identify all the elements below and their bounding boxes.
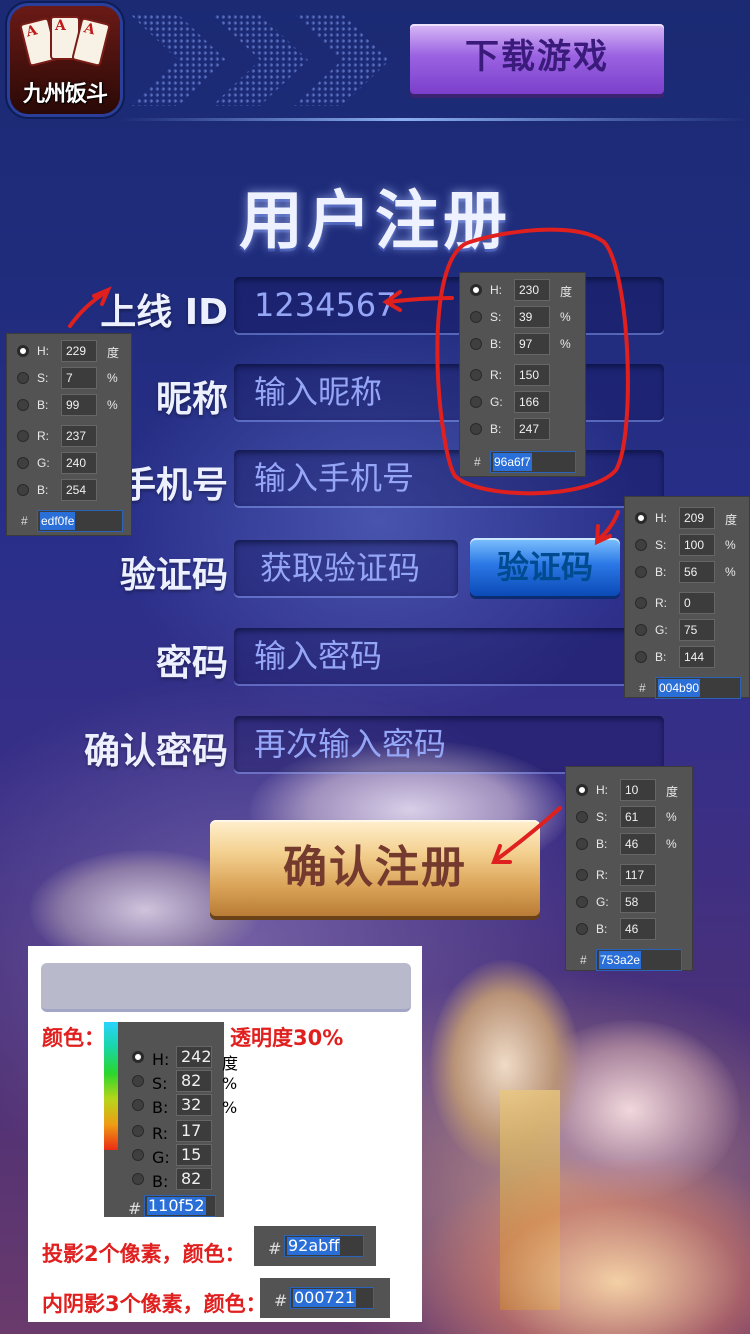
picker-h: 229 xyxy=(61,340,97,362)
spec-shadow-label: 投影2个像素，颜色： xyxy=(42,1242,246,1266)
picker-unit: 度 xyxy=(222,1054,239,1073)
picker-r: 117 xyxy=(620,864,656,886)
picker-r: 237 xyxy=(61,425,97,447)
shadow-hex: 92abff xyxy=(287,1236,341,1255)
picker-h: 10 xyxy=(620,779,656,801)
inner-shadow-color-swatch: #000721 xyxy=(260,1278,390,1318)
picker-hex: 110f52 xyxy=(147,1196,206,1215)
picker-hex: 753a2e xyxy=(599,951,642,969)
picker-bv: 254 xyxy=(61,479,97,501)
picker-hex: edf0fe xyxy=(40,512,76,530)
picker-unit: 度 xyxy=(666,785,679,799)
picker-s: 82 xyxy=(176,1070,212,1092)
picker-g: 75 xyxy=(679,619,715,641)
color-picker-field-bg: H: 242 度 S: 82% B: 32% R: 17 G: 15 B: 82 #110f5… xyxy=(104,1022,238,1218)
picker-s: 39 xyxy=(514,306,550,328)
hue-spectrum xyxy=(104,1022,118,1150)
picker-s: 7 xyxy=(61,367,97,389)
color-picker-label: H: 229 度 S: 7% B: 99% R: 237 G: 240 B: 254 # edf… xyxy=(6,333,132,536)
picker-g: 166 xyxy=(514,391,550,413)
shadow-color-swatch: #92abff xyxy=(254,1226,376,1266)
spec-inner-shadow-label: 内阴影3个像素，颜色： xyxy=(42,1292,267,1316)
field-sample-bar xyxy=(41,963,411,1012)
picker-unit: 度 xyxy=(560,285,573,299)
inner-shadow-hex: 000721 xyxy=(293,1288,357,1307)
picker-b: 32 xyxy=(176,1094,212,1116)
picker-unit: 度 xyxy=(725,513,738,527)
picker-hex: 004b90 xyxy=(658,679,701,697)
picker-bv: 46 xyxy=(620,918,656,940)
picker-b: 46 xyxy=(620,833,656,855)
style-spec-panel: 颜色： H: 242 度 S: 82% B: 32% R: 17 G: 15 B: 82 #1… xyxy=(28,946,422,1322)
picker-r: 150 xyxy=(514,364,550,386)
picker-s: 100 xyxy=(679,534,715,556)
spec-opacity-label: 透明度30% xyxy=(230,1026,344,1050)
picker-h: 209 xyxy=(679,507,715,529)
picker-b: 56 xyxy=(679,561,715,583)
picker-g: 58 xyxy=(620,891,656,913)
picker-h: 242 xyxy=(176,1046,212,1068)
picker-bv: 82 xyxy=(176,1168,212,1190)
color-picker-sms-button: H: 209 度 S: 100% B: 56% R: 0 G: 75 B: 144 #004b… xyxy=(624,496,750,699)
picker-r: 0 xyxy=(679,592,715,614)
color-picker-value: H: 230 度 S: 39% B: 97% R: 150 G: 166 B: 247 #96… xyxy=(459,272,586,477)
picker-b: 97 xyxy=(514,333,550,355)
color-picker-submit-button: H: 10 度 S: 61% B: 46% R: 117 G: 58 B: 46 #753a2… xyxy=(565,766,693,971)
picker-s: 61 xyxy=(620,806,656,828)
picker-bv: 247 xyxy=(514,418,550,440)
annotation-arrow-label xyxy=(68,290,108,328)
picker-h: 230 xyxy=(514,279,550,301)
picker-g: 15 xyxy=(176,1144,212,1166)
picker-bv: 144 xyxy=(679,646,715,668)
picker-b: 99 xyxy=(61,394,97,416)
picker-unit: 度 xyxy=(107,346,120,360)
picker-r: 17 xyxy=(176,1120,212,1142)
spec-color-label: 颜色： xyxy=(42,1026,105,1050)
picker-hex: 96a6f7 xyxy=(493,453,532,471)
picker-g: 240 xyxy=(61,452,97,474)
